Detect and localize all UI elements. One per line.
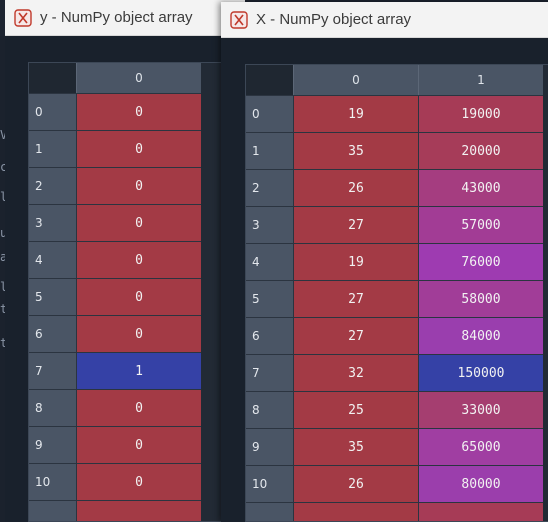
array-cell[interactable]: 0 xyxy=(76,204,201,241)
array-cell[interactable]: 27 xyxy=(293,280,418,317)
row-header[interactable]: 8 xyxy=(29,389,76,426)
array-cell[interactable]: 65000 xyxy=(418,428,543,465)
array-cell[interactable]: 76000 xyxy=(418,243,543,280)
array-window-y[interactable]: y - NumPy object array 00010203040506071… xyxy=(5,0,245,522)
array-cell[interactable]: 84000 xyxy=(418,317,543,354)
array-cell[interactable]: 80000 xyxy=(418,465,543,502)
column-header[interactable]: 0 xyxy=(293,65,418,95)
array-cell[interactable]: 27 xyxy=(293,206,418,243)
row-header[interactable]: 5 xyxy=(246,280,293,317)
row-header[interactable]: 1 xyxy=(29,130,76,167)
array-cell[interactable]: 0 xyxy=(76,93,201,130)
array-cell[interactable]: 33000 xyxy=(418,391,543,428)
array-cell-partial xyxy=(418,502,543,521)
window-title: y - NumPy object array xyxy=(40,9,193,26)
row-header[interactable]: 7 xyxy=(29,352,76,389)
array-cell-partial xyxy=(293,502,418,521)
array-cell[interactable]: 27 xyxy=(293,317,418,354)
spyder-app-icon xyxy=(230,10,248,29)
array-cell[interactable]: 58000 xyxy=(418,280,543,317)
row-header-partial xyxy=(29,500,76,521)
array-cell[interactable]: 0 xyxy=(76,389,201,426)
array-cell[interactable]: 35 xyxy=(293,132,418,169)
row-header[interactable]: 3 xyxy=(246,206,293,243)
array-cell[interactable]: 20000 xyxy=(418,132,543,169)
array-cell[interactable]: 26 xyxy=(293,465,418,502)
array-cell[interactable]: 0 xyxy=(76,278,201,315)
array-cell[interactable]: 26 xyxy=(293,169,418,206)
window-title: X - NumPy object array xyxy=(256,11,412,28)
array-cell[interactable]: 150000 xyxy=(418,354,543,391)
array-cell-partial xyxy=(76,500,201,521)
row-header[interactable]: 4 xyxy=(246,243,293,280)
array-cell[interactable]: 0 xyxy=(76,315,201,352)
array-cell[interactable]: 0 xyxy=(76,130,201,167)
array-cell[interactable]: 1 xyxy=(76,352,201,389)
array-cell[interactable]: 0 xyxy=(76,463,201,500)
array-window-x[interactable]: X - NumPy object array 0 1 0 19 19000 1 35 2000… xyxy=(221,2,548,522)
row-header[interactable]: 6 xyxy=(29,315,76,352)
row-header[interactable]: 10 xyxy=(29,463,76,500)
array-grid-x[interactable]: 0 1 0 19 19000 1 35 20000 2 26 43000 3 27 57000 4 19 760… xyxy=(245,64,548,522)
array-cell[interactable]: 25 xyxy=(293,391,418,428)
array-cell[interactable]: 0 xyxy=(76,426,201,463)
row-header[interactable]: 0 xyxy=(246,95,293,132)
grid-corner xyxy=(246,65,293,95)
row-header[interactable]: 1 xyxy=(246,132,293,169)
spyder-app-icon xyxy=(14,8,32,27)
titlebar-x[interactable]: X - NumPy object array xyxy=(221,2,548,38)
titlebar-y[interactable]: y - NumPy object array xyxy=(5,0,245,36)
array-grid-y[interactable]: 0 0 0 1 0 2 0 3 0 4 0 5 0 6 0 7 1 8 0 9 0 10 0 xyxy=(28,62,240,522)
row-header[interactable]: 6 xyxy=(246,317,293,354)
array-cell[interactable]: 32 xyxy=(293,354,418,391)
array-cell[interactable]: 43000 xyxy=(418,169,543,206)
array-cell[interactable]: 0 xyxy=(76,241,201,278)
row-header[interactable]: 7 xyxy=(246,354,293,391)
array-cell[interactable]: 57000 xyxy=(418,206,543,243)
row-header[interactable]: 2 xyxy=(29,167,76,204)
array-cell[interactable]: 0 xyxy=(76,167,201,204)
row-header[interactable]: 2 xyxy=(246,169,293,206)
row-header[interactable]: 5 xyxy=(29,278,76,315)
row-header[interactable]: 0 xyxy=(29,93,76,130)
column-header[interactable]: 1 xyxy=(418,65,543,95)
row-header[interactable]: 3 xyxy=(29,204,76,241)
row-header[interactable]: 8 xyxy=(246,391,293,428)
row-header-partial xyxy=(246,502,293,521)
array-cell[interactable]: 19 xyxy=(293,243,418,280)
grid-corner xyxy=(29,63,76,93)
array-cell[interactable]: 35 xyxy=(293,428,418,465)
row-header[interactable]: 9 xyxy=(246,428,293,465)
array-cell[interactable]: 19 xyxy=(293,95,418,132)
row-header[interactable]: 9 xyxy=(29,426,76,463)
row-header[interactable]: 10 xyxy=(246,465,293,502)
row-header[interactable]: 4 xyxy=(29,241,76,278)
array-cell[interactable]: 19000 xyxy=(418,95,543,132)
column-header[interactable]: 0 xyxy=(76,63,201,93)
